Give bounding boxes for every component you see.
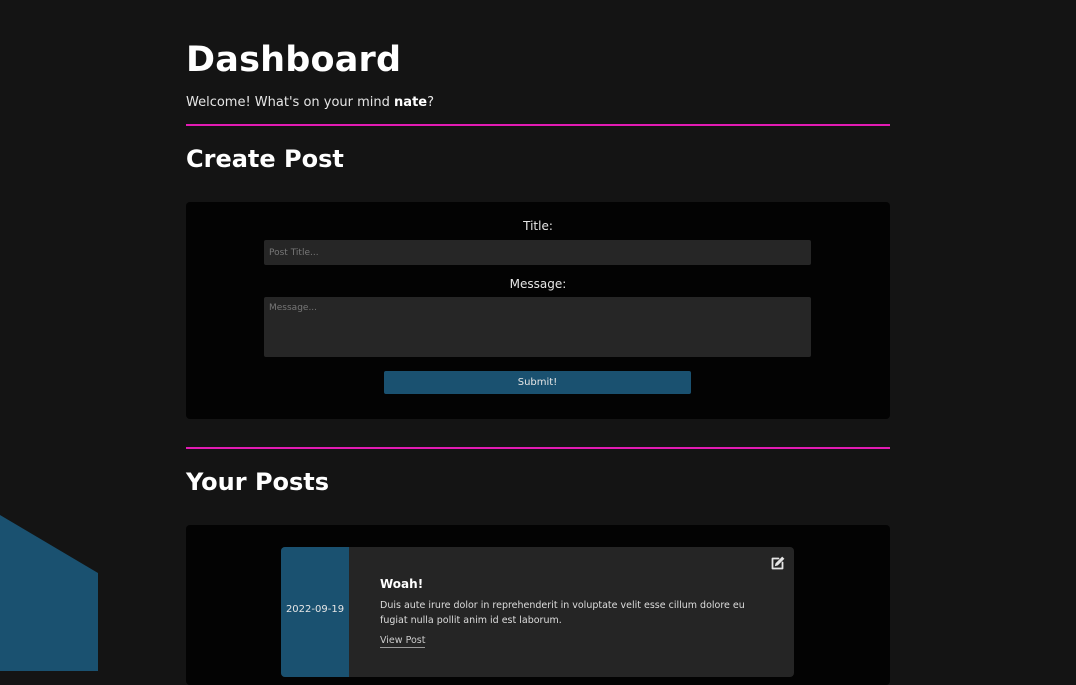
- username: nate: [394, 95, 428, 110]
- background-decoration: [0, 515, 98, 671]
- post-title: Woah!: [380, 577, 424, 591]
- welcome-prefix: Welcome! What's on your mind: [186, 95, 395, 110]
- post-body: Duis aute irure dolor in reprehenderit i…: [380, 600, 745, 626]
- create-post-panel: Title: Message: Submit!: [186, 202, 890, 419]
- post-date-column: 2022-09-19: [281, 547, 349, 677]
- title-label: Title:: [523, 219, 553, 233]
- edit-icon[interactable]: [770, 555, 786, 571]
- post-date: 2022-09-19: [285, 604, 345, 615]
- your-posts-heading: Your Posts: [186, 468, 330, 496]
- welcome-message: Welcome! What's on your mind nate?: [186, 95, 434, 110]
- section-divider: [186, 124, 890, 126]
- section-divider: [186, 447, 890, 449]
- create-post-heading: Create Post: [186, 145, 344, 173]
- welcome-suffix: ?: [427, 95, 435, 110]
- message-textarea[interactable]: [264, 297, 811, 357]
- post-card: 2022-09-19 Woah! Duis aute irure dolor i…: [281, 547, 794, 677]
- post-title-input[interactable]: [264, 240, 811, 265]
- view-post-link[interactable]: View Post: [380, 635, 426, 648]
- posts-panel: 2022-09-19 Woah! Duis aute irure dolor i…: [186, 525, 890, 685]
- message-label: Message:: [509, 277, 567, 291]
- page-title: Dashboard: [186, 40, 402, 80]
- submit-button[interactable]: Submit!: [384, 371, 691, 394]
